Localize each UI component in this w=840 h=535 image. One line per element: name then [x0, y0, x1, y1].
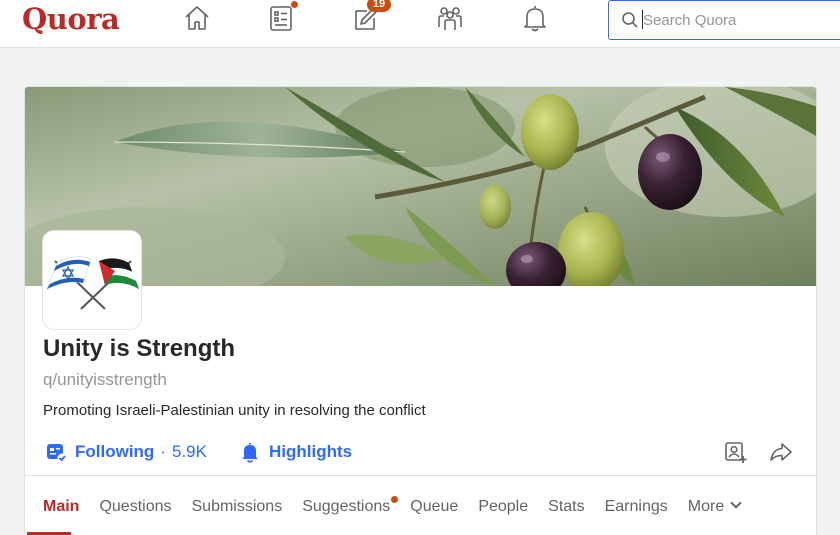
tab-stats[interactable]: Stats — [548, 498, 584, 516]
quora-logo[interactable]: Quora — [22, 2, 120, 36]
notifications-bell-icon[interactable] — [518, 2, 552, 34]
tab-suggestions-label: Suggestions — [302, 498, 391, 515]
answer-icon[interactable]: 19 — [349, 0, 391, 34]
space-actions: Following · 5.9K Highlights — [45, 437, 352, 467]
highlights-button[interactable]: Highlights — [239, 441, 352, 463]
tab-people[interactable]: People — [478, 498, 528, 516]
spaces-icon[interactable] — [433, 2, 467, 34]
highlights-label: Highlights — [268, 442, 353, 461]
feed-unread-dot — [290, 0, 299, 9]
follower-count: 5.9K — [172, 442, 207, 461]
tab-suggestions[interactable]: Suggestions — [302, 495, 400, 516]
space-tabs: Main Questions Submissions Suggestions Q… — [43, 495, 760, 519]
suggestions-unread-dot — [390, 495, 400, 504]
tab-questions[interactable]: Questions — [99, 498, 171, 516]
cover-image — [25, 87, 816, 286]
chevron-down-icon — [730, 497, 742, 509]
text-cursor — [642, 10, 643, 29]
tab-queue[interactable]: Queue — [410, 498, 458, 516]
space-avatar — [42, 230, 142, 330]
space-handle: q/unityisstrength — [43, 370, 167, 389]
space-header-card: Unity is Strength q/unityisstrength Prom… — [24, 86, 817, 535]
following-label: Following — [75, 442, 155, 461]
tab-earnings[interactable]: Earnings — [605, 498, 668, 516]
following-check-icon — [47, 444, 67, 463]
space-title: Unity is Strength — [43, 335, 236, 362]
home-icon[interactable] — [180, 2, 214, 34]
tab-more[interactable]: More — [687, 497, 742, 516]
search-icon — [622, 12, 638, 28]
bell-icon — [241, 443, 258, 463]
invite-member-icon[interactable] — [721, 438, 749, 466]
top-navigation-bar: Quora 19 — [0, 0, 840, 48]
space-description: Promoting Israeli-Palestinian unity in r… — [43, 402, 426, 419]
answer-count-badge: 19 — [367, 0, 391, 12]
tab-main[interactable]: Main — [43, 498, 79, 516]
tab-more-label: More — [687, 498, 725, 515]
card-divider — [25, 475, 816, 476]
separator-dot: · — [160, 442, 166, 461]
following-button[interactable]: Following · 5.9K — [45, 441, 207, 463]
share-icon[interactable] — [767, 438, 795, 466]
following-feed-icon[interactable] — [264, 0, 299, 34]
tab-submissions[interactable]: Submissions — [192, 498, 283, 516]
search-input[interactable] — [643, 7, 833, 33]
